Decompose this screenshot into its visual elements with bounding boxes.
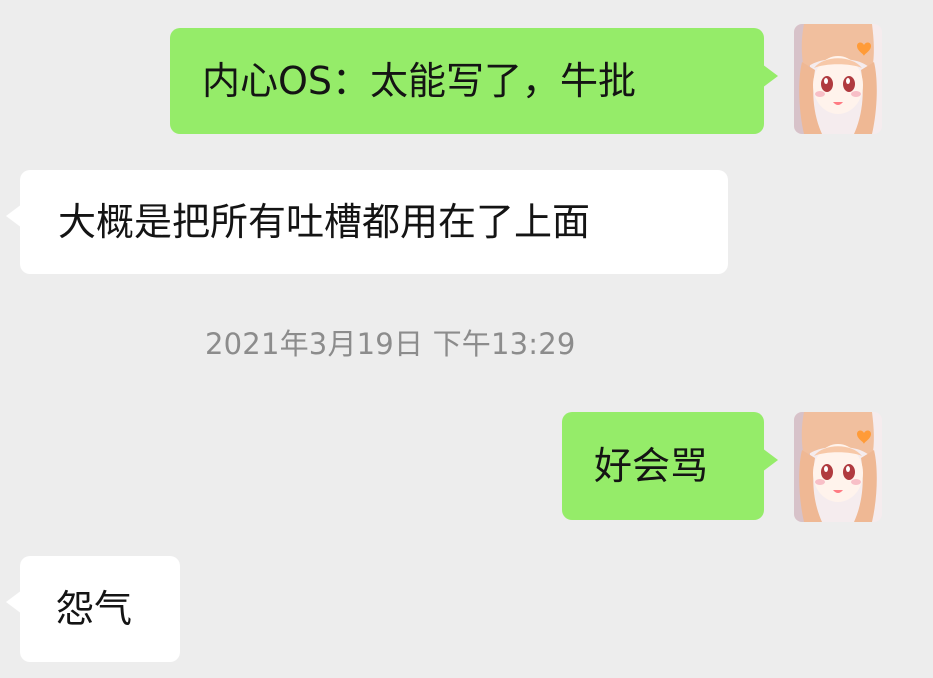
message-text: 好会骂 [594, 444, 709, 488]
anime-girl-avatar-icon[interactable] [794, 24, 882, 134]
message-bubble-incoming[interactable]: 怨气 [6, 556, 180, 662]
message-text: 大概是把所有吐槽都用在了上面 [58, 200, 591, 244]
message-timestamp: 2021年3月19日 下午13:29 [205, 327, 576, 361]
message-text: 内心OS：太能写了，牛批 [202, 59, 637, 103]
message-bubble-outgoing[interactable]: 好会骂 [562, 412, 778, 520]
message-text: 怨气 [56, 587, 133, 631]
anime-girl-avatar-icon[interactable] [794, 412, 882, 522]
message-bubble-incoming[interactable]: 大概是把所有吐槽都用在了上面 [6, 170, 728, 274]
chat-view: 内心OS：太能写了，牛批 大概是把所有吐槽都用在了上面 2021年3月19日 下… [0, 0, 933, 678]
message-bubble-outgoing[interactable]: 内心OS：太能写了，牛批 [170, 28, 778, 134]
